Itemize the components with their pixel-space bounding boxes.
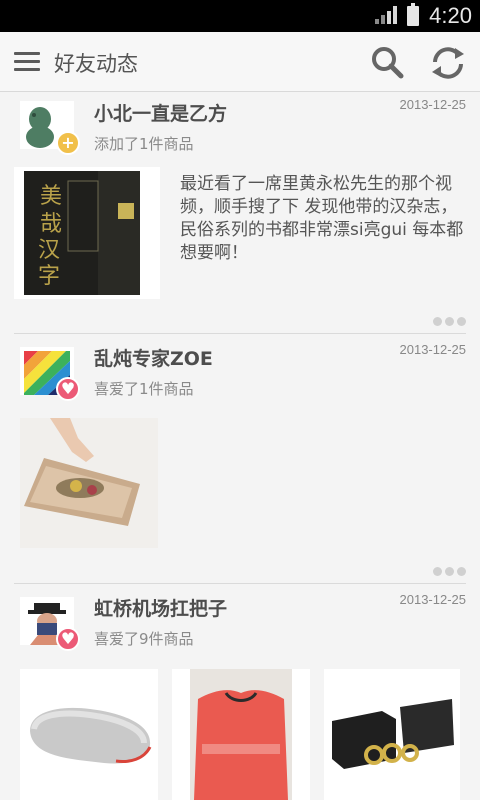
username[interactable]: 乱炖专家ZOE (94, 344, 213, 371)
refresh-button[interactable] (428, 44, 468, 82)
feed-item: ♥ 虹桥机场扛把子 2013-12-25 喜爱了9件商品 (0, 587, 480, 800)
search-button[interactable] (368, 44, 408, 82)
ring-box-image (324, 669, 460, 800)
battery-icon (407, 3, 420, 26)
book-title-char: 哉 (40, 212, 62, 237)
bag-image (20, 418, 158, 548)
refresh-icon (432, 47, 464, 79)
more-options-icon[interactable] (433, 317, 466, 326)
product-thumbnail[interactable]: 美 哉 汉 字 (14, 167, 160, 299)
product-thumbnail[interactable] (20, 669, 158, 800)
avatar[interactable]: + (20, 101, 80, 155)
post-text: 最近看了一席里黄永松先生的那个视频，顺手搜了下 发现他带的汉杂志，民俗系列的书都… (180, 174, 464, 263)
book-image: 美 哉 汉 字 (14, 167, 160, 299)
product-thumbnail[interactable] (324, 669, 460, 800)
product-thumbnail[interactable] (20, 418, 158, 548)
heart-badge-icon: ♥ (56, 627, 80, 651)
add-badge-icon: + (56, 131, 80, 155)
post-date: 2013-12-25 (399, 97, 467, 112)
pillow-image (20, 669, 158, 800)
product-thumbnail[interactable] (172, 669, 310, 800)
book-title-char: 美 (40, 184, 62, 209)
post-date: 2013-12-25 (399, 592, 467, 607)
post-action: 喜爱了9件商品 (94, 630, 194, 648)
post-date: 2013-12-25 (399, 342, 467, 357)
feed-item: + 小北一直是乙方 2013-12-25 添加了1件商品 美 哉 汉 字 最近看… (0, 93, 480, 335)
avatar[interactable]: ♥ (20, 347, 80, 401)
divider (14, 583, 466, 584)
page-title: 好友动态 (54, 52, 138, 76)
app-bar: 好友动态 (0, 32, 480, 92)
post-action: 喜爱了1件商品 (94, 380, 194, 398)
status-bar: 4:20 (0, 0, 480, 32)
book-title-char: 汉 (38, 238, 60, 263)
status-time: 4:20 (429, 3, 472, 28)
post-action: 添加了1件商品 (94, 135, 194, 153)
username[interactable]: 小北一直是乙方 (94, 99, 227, 126)
heart-badge-icon: ♥ (56, 377, 80, 401)
book-title-char: 字 (38, 264, 60, 289)
username[interactable]: 虹桥机场扛把子 (94, 594, 227, 621)
signal-icon (375, 6, 398, 26)
avatar[interactable]: ♥ (20, 597, 80, 651)
divider (14, 333, 466, 334)
search-icon (372, 47, 404, 79)
menu-icon[interactable] (14, 52, 40, 72)
sweater-image (172, 669, 310, 800)
more-options-icon[interactable] (433, 567, 466, 576)
feed-list[interactable]: + 小北一直是乙方 2013-12-25 添加了1件商品 美 哉 汉 字 最近看… (0, 93, 480, 800)
feed-item: ♥ 乱炖专家ZOE 2013-12-25 喜爱了1件商品 (0, 336, 480, 586)
